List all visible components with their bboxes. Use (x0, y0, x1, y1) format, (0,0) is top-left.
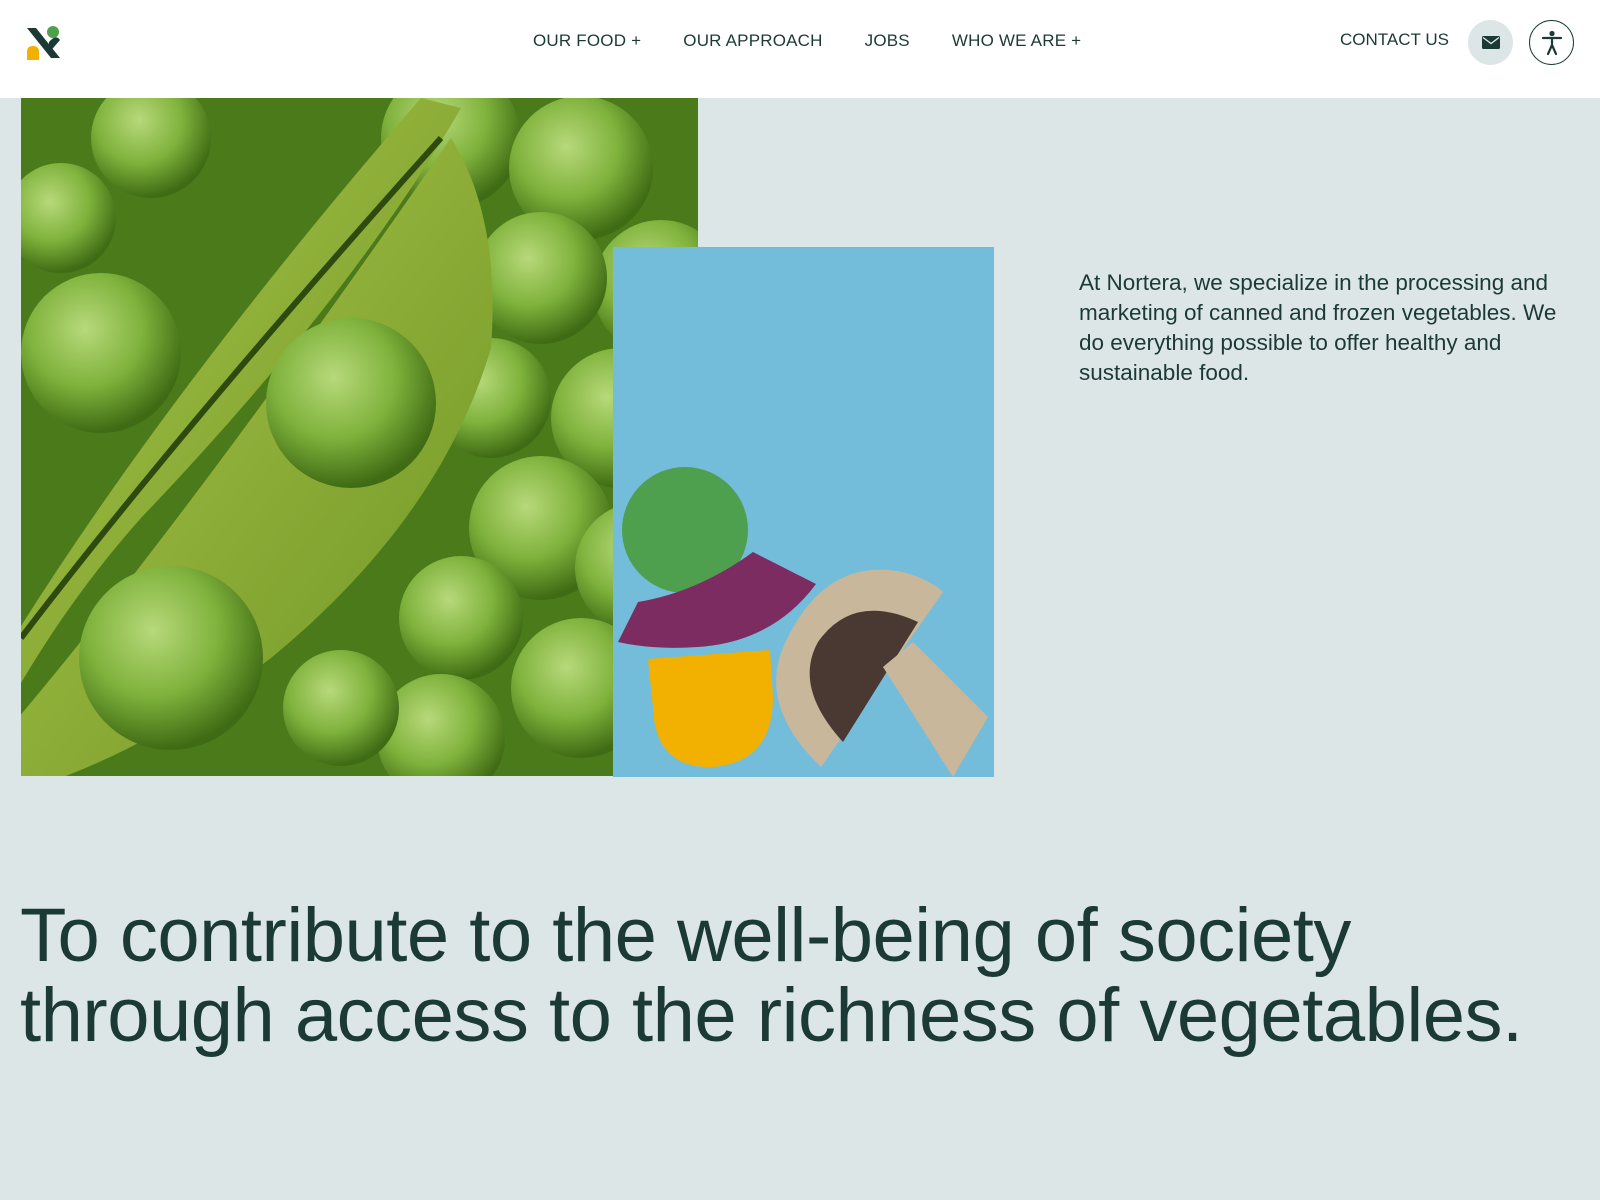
abstract-vegetables-illustration (613, 247, 994, 777)
nortera-logo-icon[interactable] (24, 24, 64, 64)
accessibility-button[interactable] (1529, 20, 1574, 65)
nav-our-approach[interactable]: OUR APPROACH (683, 31, 822, 51)
intro-paragraph: At Nortera, we specialize in the process… (1079, 269, 1557, 385)
nav-jobs[interactable]: JOBS (865, 31, 910, 51)
mail-icon (1481, 36, 1500, 49)
main-nav: OUR FOOD + OUR APPROACH JOBS WHO WE ARE … (533, 31, 1123, 51)
nav-our-food[interactable]: OUR FOOD + (533, 31, 641, 51)
yellow-corn-shape (648, 650, 773, 768)
mission-statement: To contribute to the well-being of socie… (20, 893, 1523, 1058)
contact-us-link[interactable]: CONTACT US (1340, 30, 1449, 50)
mushroom-stem-shape (883, 642, 988, 777)
site-header: OUR FOOD + OUR APPROACH JOBS WHO WE ARE … (0, 0, 1600, 98)
mail-button[interactable] (1468, 20, 1513, 65)
pea-pods-photo (21, 98, 698, 776)
nav-who-we-are[interactable]: WHO WE ARE + (952, 31, 1081, 51)
accessibility-icon (1541, 30, 1562, 55)
